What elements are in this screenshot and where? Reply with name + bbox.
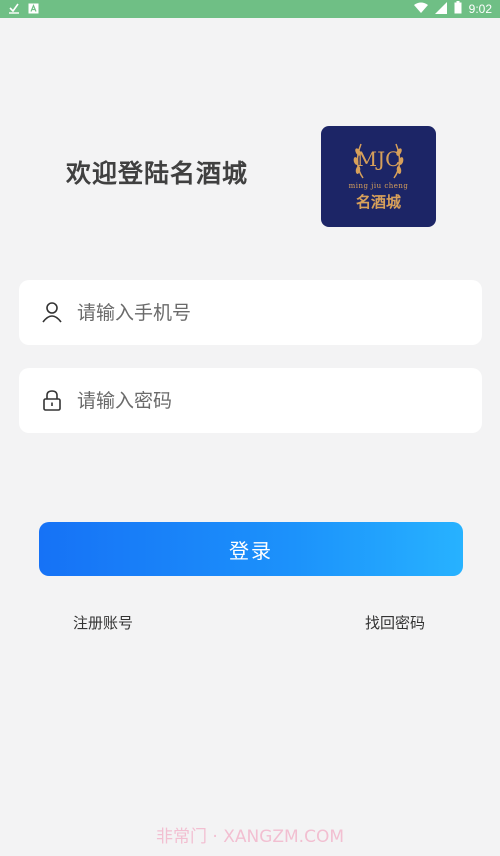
phone-field[interactable] [19,280,482,345]
welcome-title: 欢迎登陆名酒城 [66,159,249,188]
watermark: 非常门 · XANGZM.COM [155,827,344,847]
logo-subtitle: ming jiu cheng [348,182,409,190]
status-time: 9:02 [468,2,492,16]
battery-icon [454,1,462,17]
register-link[interactable]: 注册账号 [73,612,133,633]
user-icon [41,301,63,323]
status-bar: 9:02 [0,0,500,18]
login-button[interactable]: 登录 [39,522,463,576]
lock-icon [41,389,63,411]
wifi-icon [413,2,428,17]
password-input[interactable] [77,368,457,433]
status-right-icons: 9:02 [413,1,492,17]
forgot-password-link[interactable]: 找回密码 [365,612,425,633]
phone-input[interactable] [77,280,457,345]
download-done-icon [8,2,20,17]
logo-chinese-name: 名酒城 [355,193,401,211]
app-notification-icon [28,3,39,17]
brand-logo: MJC ming jiu cheng 名酒城 [321,126,436,227]
password-field[interactable] [19,368,482,433]
signal-icon [434,1,447,17]
logo-monogram: MJC [356,147,401,171]
status-left-icons [8,2,39,17]
